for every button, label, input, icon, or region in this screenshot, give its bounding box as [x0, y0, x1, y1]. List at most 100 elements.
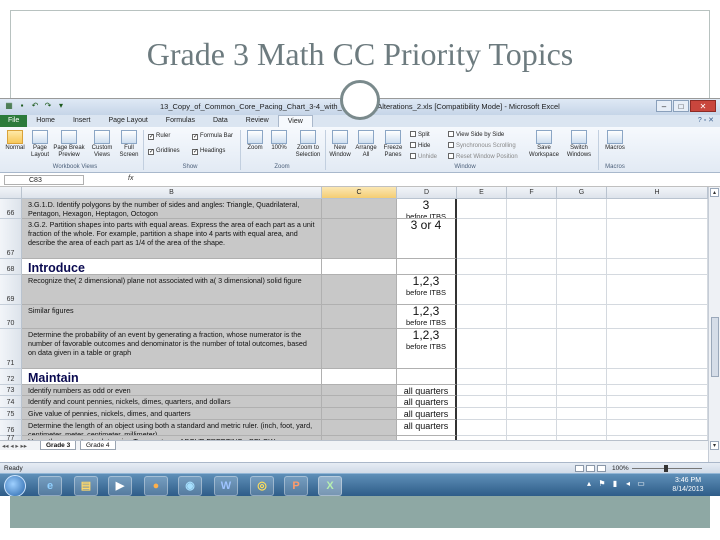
empty-cell[interactable] [457, 199, 507, 219]
vertical-scrollbar[interactable]: ▴ ▾ [708, 187, 720, 463]
page-layout-icon[interactable] [586, 465, 595, 472]
formula-bar-checkbox[interactable]: ✓ Formula Bar [192, 133, 233, 140]
page-break-preview-button[interactable]: Page Break Preview [53, 130, 85, 159]
topic-cell[interactable]: 3.G.1.D. Identify polygons by the number… [22, 199, 322, 219]
excel-icon[interactable]: X [318, 476, 342, 496]
empty-cell[interactable] [557, 199, 607, 219]
tab-page-layout[interactable]: Page Layout [99, 115, 156, 127]
row-header[interactable]: 74 [0, 396, 22, 408]
redo-icon[interactable]: ↷ [43, 101, 53, 111]
row-header[interactable]: 70 [0, 305, 22, 329]
column-header-g[interactable]: G [557, 187, 607, 199]
column-header-f[interactable]: F [507, 187, 557, 199]
zoom-100-button[interactable]: 100% [268, 130, 290, 152]
row-header[interactable]: 68 [0, 259, 22, 275]
empty-cell[interactable] [557, 420, 607, 436]
scroll-up-icon[interactable]: ▴ [710, 188, 719, 197]
reset-window-position-button[interactable]: Reset Window Position [448, 153, 518, 160]
timing-cell[interactable] [397, 369, 457, 385]
ruler-checkbox[interactable]: ✓ Ruler [148, 133, 170, 140]
zoom-button[interactable]: Zoom [244, 130, 266, 152]
empty-cell[interactable] [607, 305, 708, 329]
empty-cell[interactable] [607, 420, 708, 436]
empty-cell[interactable] [507, 219, 557, 259]
gridlines-checkbox[interactable]: ✓ Gridlines [148, 148, 180, 155]
empty-cell[interactable] [457, 369, 507, 385]
maximize-button[interactable]: □ [673, 100, 689, 112]
sheet-nav-arrows-icon[interactable]: ◂◂ ◂ ▸ ▸▸ [2, 442, 27, 450]
undo-icon[interactable]: ↶ [30, 101, 40, 111]
empty-cell[interactable] [507, 329, 557, 369]
row-header[interactable]: 73 [0, 385, 22, 396]
row-header[interactable]: 66 [0, 199, 22, 219]
cell-c[interactable] [322, 329, 397, 369]
media-player-icon[interactable]: ▶ [108, 476, 132, 496]
row-header[interactable]: 67 [0, 219, 22, 259]
empty-cell[interactable] [557, 369, 607, 385]
topic-cell[interactable]: 3.G.2. Partition shapes into parts with … [22, 219, 322, 259]
topic-cell[interactable]: Determine the length of an object using … [22, 420, 322, 436]
empty-cell[interactable] [607, 275, 708, 305]
tab-data[interactable]: Data [204, 115, 237, 127]
tab-review[interactable]: Review [237, 115, 278, 127]
volume-icon[interactable]: ◂ [624, 479, 632, 489]
empty-cell[interactable] [607, 385, 708, 396]
tab-insert[interactable]: Insert [64, 115, 100, 127]
save-icon[interactable]: ▪ [17, 101, 27, 111]
empty-cell[interactable] [607, 259, 708, 275]
empty-cell[interactable] [457, 396, 507, 408]
row-header[interactable]: 76 [0, 420, 22, 436]
normal-view-button[interactable]: Normal [2, 130, 28, 152]
row-header[interactable]: 71 [0, 329, 22, 369]
timing-cell[interactable]: 1,2,3 before ITBS [397, 275, 457, 305]
cell-c[interactable] [322, 420, 397, 436]
tray-arrow-icon[interactable]: ▴ [585, 479, 593, 489]
empty-cell[interactable] [557, 305, 607, 329]
page-layout-view-button[interactable]: Page Layout [28, 130, 52, 159]
timing-cell[interactable]: 1,2,3 before ITBS [397, 329, 457, 369]
topic-cell[interactable]: Give value of pennies, nickels, dimes, a… [22, 408, 322, 420]
new-window-button[interactable]: New Window [328, 130, 352, 159]
fx-icon[interactable]: fx [128, 175, 133, 182]
help-icon[interactable]: ? ▫ ✕ [698, 116, 714, 124]
empty-cell[interactable] [507, 420, 557, 436]
tab-view[interactable]: View [277, 114, 313, 128]
topic-cell[interactable]: Identify and count pennies, nickels, dim… [22, 396, 322, 408]
empty-cell[interactable] [557, 275, 607, 305]
topic-cell[interactable]: Identify numbers as odd or even [22, 385, 322, 396]
empty-cell[interactable] [507, 369, 557, 385]
empty-cell[interactable] [507, 259, 557, 275]
empty-cell[interactable] [607, 199, 708, 219]
topic-cell[interactable]: Similar figures [22, 305, 322, 329]
empty-cell[interactable] [507, 199, 557, 219]
zoom-slider-knob[interactable] [664, 465, 668, 472]
empty-cell[interactable] [557, 385, 607, 396]
cell-c[interactable] [322, 385, 397, 396]
column-header-d[interactable]: D [397, 187, 457, 199]
empty-cell[interactable] [457, 408, 507, 420]
normal-view-icon[interactable] [575, 465, 584, 472]
topic-cell[interactable]: Recognize the( 2 dimensional) plane not … [22, 275, 322, 305]
cell-c[interactable] [322, 259, 397, 275]
flag-icon[interactable]: ⚑ [598, 479, 606, 489]
tab-file[interactable]: File [0, 115, 28, 127]
empty-cell[interactable] [557, 329, 607, 369]
cell-c[interactable] [322, 305, 397, 329]
start-button[interactable] [4, 475, 26, 496]
freeze-panes-button[interactable]: Freeze Panes [380, 130, 406, 159]
switch-windows-button[interactable]: Switch Windows [563, 130, 595, 159]
unhide-button[interactable]: Unhide [410, 153, 437, 160]
row-header[interactable]: 69 [0, 275, 22, 305]
topic-cell[interactable]: Determine the probability of an event by… [22, 329, 322, 369]
zoom-to-selection-button[interactable]: Zoom to Selection [292, 130, 324, 159]
column-header-e[interactable]: E [457, 187, 507, 199]
save-workspace-button[interactable]: Save Workspace [528, 130, 560, 159]
cell-c[interactable] [322, 396, 397, 408]
empty-cell[interactable] [607, 219, 708, 259]
section-heading-cell[interactable]: Maintain [22, 369, 322, 385]
battery-icon[interactable]: ▭ [637, 479, 645, 489]
empty-cell[interactable] [507, 385, 557, 396]
cell-c[interactable] [322, 219, 397, 259]
scroll-thumb[interactable] [711, 317, 719, 377]
select-all-corner[interactable] [0, 187, 22, 199]
